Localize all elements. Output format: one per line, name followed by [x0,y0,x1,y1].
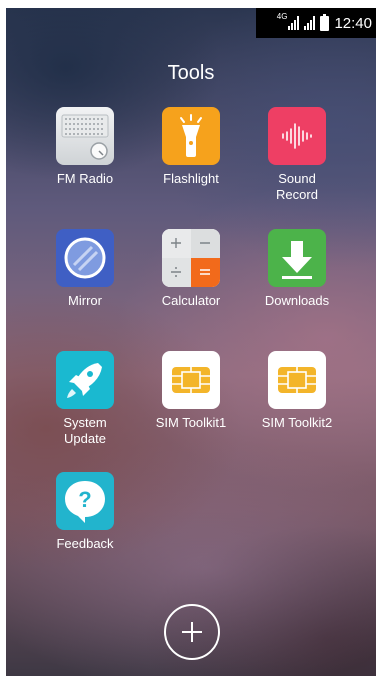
app-grid: FM Radio Flashlight Sound Record Mirror … [6,8,376,676]
tools-folder-screen: 4G 12:40 Tools FM Radio Flashlight Sound… [6,8,376,676]
flashlight-icon [162,107,220,165]
app-label: Flashlight [163,171,219,186]
app-label: SIM Toolkit2 [261,415,333,430]
app-calculator[interactable]: Calculator [141,229,241,309]
app-label: SIM Toolkit1 [155,415,227,430]
add-app-button[interactable] [164,604,220,660]
app-fm-radio[interactable]: FM Radio [35,107,135,187]
sim-card-icon [162,351,220,409]
app-feedback[interactable]: ? Feedback [35,472,135,552]
app-label: Downloads [264,293,330,308]
app-label: Calculator [161,293,221,308]
app-label: Feedback [56,536,114,551]
app-label: FM Radio [56,171,114,186]
svg-text:?: ? [78,487,91,512]
sim-card-icon [268,351,326,409]
app-label: Mirror [68,293,102,308]
calculator-icon [162,229,220,287]
system-update-icon [56,351,114,409]
downloads-icon [268,229,326,287]
app-flashlight[interactable]: Flashlight [141,107,241,187]
app-sound-record[interactable]: Sound Record [247,107,347,203]
plus-icon [182,622,202,642]
app-system-update[interactable]: System Update [35,351,135,447]
app-sim-toolkit2[interactable]: SIM Toolkit2 [247,351,347,431]
app-label: Sound Record [276,171,318,202]
app-sim-toolkit1[interactable]: SIM Toolkit1 [141,351,241,431]
app-mirror[interactable]: Mirror [35,229,135,309]
feedback-icon: ? [56,472,114,530]
fm-radio-icon [56,107,114,165]
sound-record-icon [268,107,326,165]
app-downloads[interactable]: Downloads [247,229,347,309]
app-label: System Update [63,415,107,446]
mirror-icon [56,229,114,287]
